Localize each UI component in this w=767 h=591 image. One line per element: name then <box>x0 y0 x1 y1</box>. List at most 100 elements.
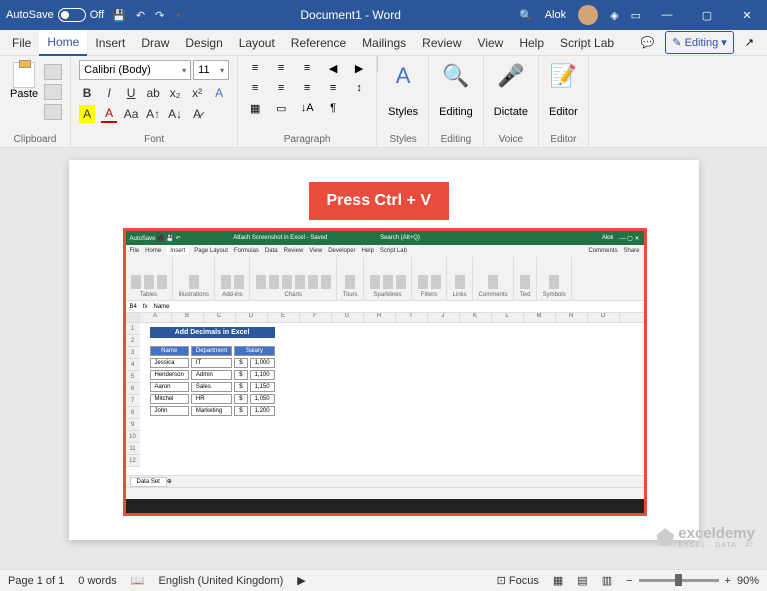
user-avatar[interactable] <box>578 5 598 25</box>
italic-button[interactable]: I <box>101 84 117 102</box>
styles-icon[interactable]: A <box>389 60 417 92</box>
shading-button[interactable]: ▦ <box>246 100 264 116</box>
paragraph-label: Paragraph <box>246 132 368 145</box>
table-title: Add Decimals in Excel <box>150 327 275 338</box>
share-button[interactable]: ↗ <box>738 31 761 54</box>
copy-icon[interactable] <box>44 84 62 100</box>
read-mode-icon[interactable]: ▦ <box>553 574 563 587</box>
tab-scriptlab[interactable]: Script Lab <box>552 31 622 55</box>
strikethrough-button[interactable]: ab <box>145 84 161 102</box>
header-dept: Department <box>191 346 232 356</box>
document-title: Document1 - Word <box>182 8 519 22</box>
macro-icon[interactable]: ▶ <box>297 574 305 587</box>
cell: Mitchel <box>150 394 189 404</box>
cell: 1,050 <box>250 394 275 404</box>
tab-draw[interactable]: Draw <box>133 31 177 55</box>
sort-button[interactable]: ↓A <box>298 100 316 116</box>
undo-icon[interactable]: ↶ <box>136 9 145 22</box>
show-marks-button[interactable]: ¶ <box>324 100 342 116</box>
align-right-button[interactable]: ≡ <box>298 80 316 96</box>
underline-button[interactable]: U <box>123 84 139 102</box>
language[interactable]: English (United Kingdom) <box>159 575 284 587</box>
sheet-name: Data Set <box>130 477 167 487</box>
align-center-button[interactable]: ≡ <box>272 80 290 96</box>
numbering-button[interactable]: ≡ <box>272 60 290 76</box>
qat-dropdown-icon[interactable]: ▼ <box>174 11 182 20</box>
cell: $ <box>234 358 247 368</box>
format-painter-icon[interactable] <box>44 104 62 120</box>
superscript-button[interactable]: x² <box>189 84 205 102</box>
maximize-button[interactable]: ▢ <box>693 9 721 22</box>
autosave-label: AutoSave <box>6 9 54 21</box>
page-count[interactable]: Page 1 of 1 <box>8 575 64 587</box>
cut-icon[interactable] <box>44 64 62 80</box>
spellcheck-icon[interactable]: 📖 <box>131 574 145 587</box>
ex-tab: Developer <box>328 248 355 254</box>
multilevel-button[interactable]: ≡ <box>298 60 316 76</box>
editor-btn-label: Editor <box>549 106 578 118</box>
dictate-label: Dictate <box>494 106 528 118</box>
focus-mode[interactable]: ⊡ Focus <box>497 574 539 587</box>
zoom-out-button[interactable]: − <box>626 575 632 587</box>
tab-help[interactable]: Help <box>511 31 552 55</box>
ex-tab: Review <box>284 248 304 254</box>
tab-design[interactable]: Design <box>177 31 230 55</box>
font-color-button[interactable]: A <box>101 105 117 123</box>
excel-statusbar <box>126 487 644 499</box>
increase-indent-button[interactable]: ▶ <box>350 60 368 76</box>
editor-icon[interactable]: 📝 <box>549 60 577 92</box>
print-layout-icon[interactable]: ▤ <box>577 574 587 587</box>
font-size-select[interactable]: 11▾ <box>193 60 229 80</box>
pasted-image[interactable]: AutoSave ⬛ 💾 ↶ Attach Screenshot in Exce… <box>123 228 647 516</box>
tab-file[interactable]: File <box>4 31 39 55</box>
change-case-button[interactable]: Aa <box>123 105 139 123</box>
tab-layout[interactable]: Layout <box>231 31 283 55</box>
cell: Sales <box>191 382 232 392</box>
cell: Admin <box>191 370 232 380</box>
diamond-icon[interactable]: ◈ <box>610 9 618 22</box>
group-voice: 🎤 Dictate Voice <box>484 56 539 147</box>
align-left-button[interactable]: ≡ <box>246 80 264 96</box>
zoom-slider[interactable] <box>639 579 719 582</box>
search-icon[interactable]: 🔍 <box>519 9 533 22</box>
font-name-select[interactable]: Calibri (Body)▾ <box>79 60 191 80</box>
bullets-button[interactable]: ≡ <box>246 60 264 76</box>
ribbon-options-icon[interactable]: ▭ <box>631 9 641 22</box>
tab-home[interactable]: Home <box>39 30 87 56</box>
toggle-icon <box>58 8 86 22</box>
comments-button[interactable]: 💬 <box>634 31 662 54</box>
redo-icon[interactable]: ↷ <box>155 9 164 22</box>
text-effects-button[interactable]: A <box>211 84 227 102</box>
clear-formatting-button[interactable]: A̷ <box>189 105 205 123</box>
tab-view[interactable]: View <box>470 31 512 55</box>
tab-reference[interactable]: Reference <box>283 31 354 55</box>
autosave-toggle[interactable]: AutoSave Off <box>6 8 104 22</box>
save-icon[interactable]: 💾 <box>112 9 126 22</box>
justify-button[interactable]: ≡ <box>324 80 342 96</box>
decrease-indent-button[interactable]: ◀ <box>324 60 342 76</box>
shrink-font-button[interactable]: A↓ <box>167 105 183 123</box>
page[interactable]: Press Ctrl + V AutoSave ⬛ 💾 ↶ Attach Scr… <box>69 160 699 540</box>
tab-insert[interactable]: Insert <box>87 31 133 55</box>
tab-review[interactable]: Review <box>414 31 469 55</box>
excel-titlebar: AutoSave ⬛ 💾 ↶ Attach Screenshot in Exce… <box>126 231 644 245</box>
find-icon[interactable]: 🔍 <box>442 60 470 92</box>
borders-button[interactable]: ▭ <box>272 100 290 116</box>
tab-mailings[interactable]: Mailings <box>354 31 414 55</box>
zoom-in-button[interactable]: + <box>725 575 731 587</box>
word-count[interactable]: 0 words <box>78 575 117 587</box>
zoom-level[interactable]: 90% <box>737 575 759 587</box>
web-layout-icon[interactable]: ▥ <box>602 574 612 587</box>
dictate-icon[interactable]: 🎤 <box>497 60 525 92</box>
editing-mode-button[interactable]: ✎ Editing ▾ <box>665 31 734 54</box>
highlight-button[interactable]: A <box>79 105 95 123</box>
paste-button[interactable]: Paste <box>8 60 40 120</box>
line-spacing-button[interactable]: ↕ <box>350 80 368 96</box>
editing-group-label: Editing <box>441 132 472 145</box>
bold-button[interactable]: B <box>79 84 95 102</box>
subscript-button[interactable]: x₂ <box>167 84 183 102</box>
minimize-button[interactable]: — <box>653 9 681 21</box>
grow-font-button[interactable]: A↑ <box>145 105 161 123</box>
close-button[interactable]: ✕ <box>733 9 761 22</box>
voice-label: Voice <box>499 132 523 145</box>
